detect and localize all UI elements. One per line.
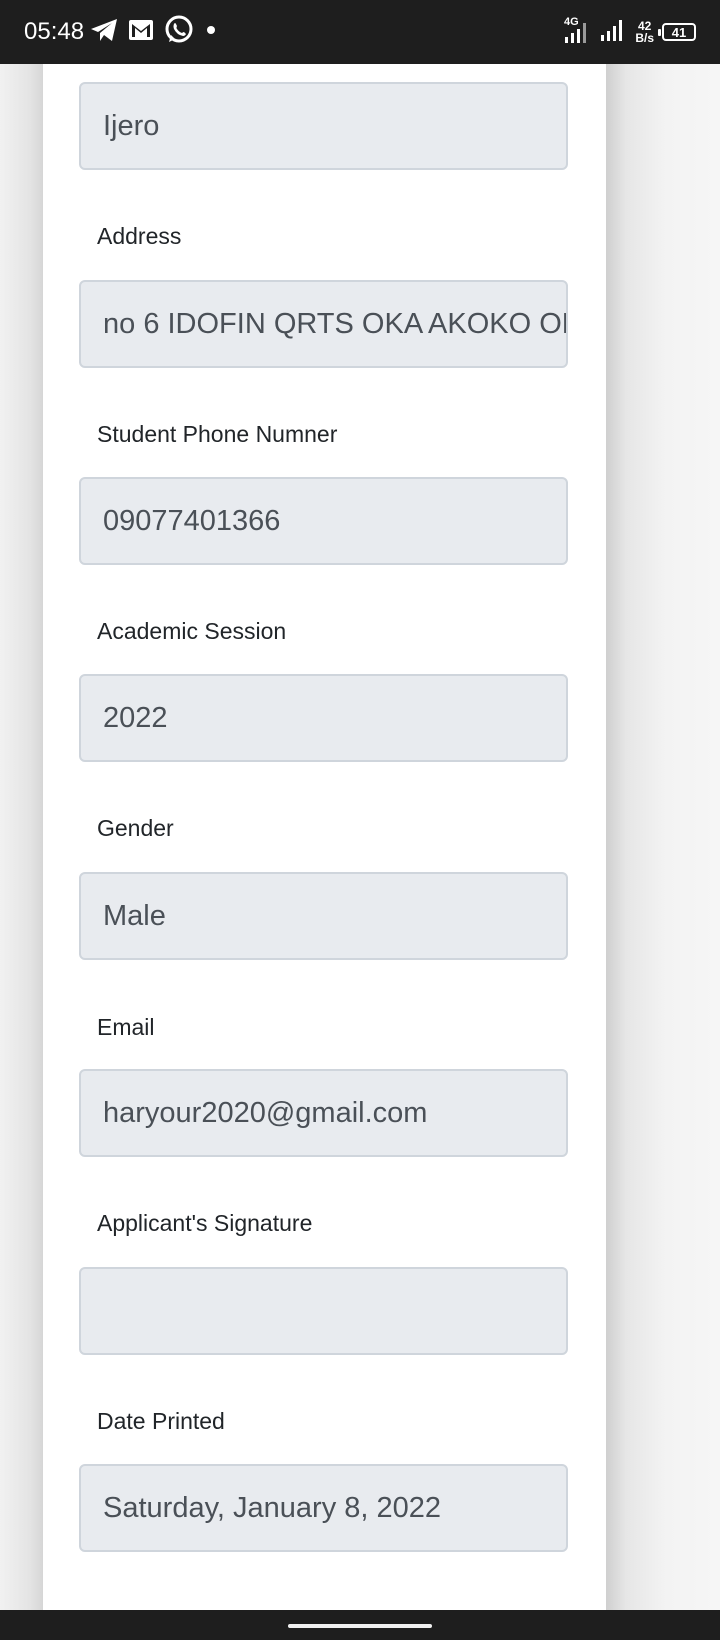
network-speed: 42 B/s xyxy=(635,20,654,44)
address-label: Address xyxy=(97,223,182,249)
address-field[interactable]: no 6 IDOFIN QRTS OKA AKOKO ON xyxy=(79,280,568,368)
phone-label: Student Phone Numner xyxy=(97,421,338,447)
telegram-icon xyxy=(90,17,118,48)
battery-level: 41 xyxy=(671,24,687,40)
home-indicator[interactable] xyxy=(288,1624,432,1628)
network-speed-unit: B/s xyxy=(635,31,654,45)
signature-field[interactable] xyxy=(79,1267,568,1355)
form-card: Ijero Address no 6 IDOFIN QRTS OKA AKOKO… xyxy=(43,64,606,1610)
phone-field[interactable]: 09077401366 xyxy=(79,477,568,565)
battery-icon: 41 xyxy=(658,23,696,41)
session-label: Academic Session xyxy=(97,618,287,644)
signal-4g-icon: 4G xyxy=(563,15,591,50)
date-printed-field[interactable]: Saturday, January 8, 2022 xyxy=(79,1464,568,1552)
gmail-icon xyxy=(128,19,154,46)
page-backdrop-left xyxy=(0,64,43,1610)
signature-label: Applicant's Signature xyxy=(97,1210,313,1236)
email-field[interactable]: haryour2020@gmail.com xyxy=(79,1069,568,1157)
session-field[interactable]: 2022 xyxy=(79,674,568,762)
status-time: 05:48 xyxy=(24,18,85,45)
network-type-label: 4G xyxy=(564,16,579,28)
signal-icon xyxy=(599,17,627,48)
system-status-icons: 4G 42 B/s 41 xyxy=(563,14,696,50)
notification-dot-icon xyxy=(204,23,218,42)
date-printed-label: Date Printed xyxy=(97,1408,225,1434)
whatsapp-icon xyxy=(164,15,194,50)
navigation-bar xyxy=(0,1610,720,1640)
town-field[interactable]: Ijero xyxy=(79,82,568,170)
notification-icons xyxy=(90,15,218,50)
page-backdrop-right xyxy=(606,64,720,1610)
email-label: Email xyxy=(97,1014,155,1040)
status-bar: 05:48 4G 42 B/s 41 xyxy=(0,0,720,64)
gender-field[interactable]: Male xyxy=(79,872,568,960)
gender-label: Gender xyxy=(97,815,174,841)
